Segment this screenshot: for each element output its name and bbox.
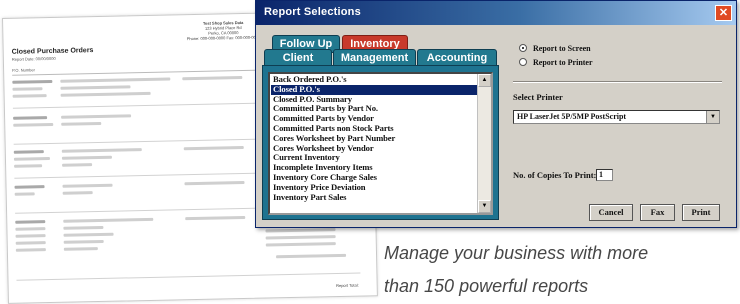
- list-scrollbar[interactable]: ▲ ▼: [477, 74, 491, 213]
- report-title: Closed Purchase Orders: [11, 47, 94, 56]
- report-listbox[interactable]: Back Ordered P.O.'s Closed P.O.'s Closed…: [268, 72, 493, 215]
- scroll-down-icon[interactable]: ▼: [478, 200, 491, 213]
- list-item[interactable]: Committed Parts by Vendor: [271, 114, 477, 124]
- report-to-screen-label: Report to Screen: [533, 44, 591, 53]
- copies-input[interactable]: 1: [596, 169, 613, 181]
- report-to-screen-option[interactable]: Report to Screen: [519, 44, 591, 56]
- list-item[interactable]: Inventory Part Sales: [271, 193, 477, 203]
- report-to-printer-option[interactable]: Report to Printer: [519, 58, 593, 70]
- close-icon[interactable]: ✕: [715, 5, 732, 21]
- divider: [513, 81, 722, 83]
- list-item[interactable]: Closed P.O. Summary: [271, 95, 477, 105]
- cancel-button[interactable]: Cancel: [589, 204, 633, 221]
- dialog-title: Report Selections: [264, 6, 361, 18]
- caption-line: Manage your business with more: [384, 243, 649, 263]
- list-item[interactable]: Committed Parts non Stock Parts: [271, 124, 477, 134]
- copies-label: No. of Copies To Print:: [513, 170, 597, 180]
- list-item[interactable]: Closed P.O.'s: [271, 84, 477, 95]
- list-item[interactable]: Inventory Core Charge Sales: [271, 173, 477, 183]
- report-column-header: P.O. Number: [12, 67, 35, 73]
- marketing-caption: Manage your business with more than 150 …: [384, 237, 648, 303]
- scroll-up-icon[interactable]: ▲: [478, 74, 491, 87]
- list-item[interactable]: Cores Worksheet by Part Number: [271, 134, 477, 144]
- radio-button-icon[interactable]: [519, 58, 527, 66]
- printer-select-value: HP LaserJet 5P/5MP PostScript: [517, 112, 627, 121]
- list-item[interactable]: Inventory Price Deviation: [271, 183, 477, 193]
- report-list: Back Ordered P.O.'s Closed P.O.'s Closed…: [271, 75, 477, 202]
- caption-line: than 150 powerful reports: [384, 276, 589, 296]
- report-to-printer-label: Report to Printer: [533, 58, 593, 67]
- list-item[interactable]: Incomplete Inventory Items: [271, 163, 477, 173]
- radio-button-icon[interactable]: [519, 44, 527, 52]
- report-selections-dialog: Report Selections ✕ Follow Up Inventory …: [255, 0, 737, 228]
- select-printer-label: Select Printer: [513, 92, 563, 102]
- printer-select[interactable]: HP LaserJet 5P/5MP PostScript ▼: [513, 110, 720, 124]
- list-item[interactable]: Back Ordered P.O.'s: [271, 75, 477, 85]
- report-total: Report Total:: [336, 282, 359, 289]
- print-button[interactable]: Print: [682, 204, 720, 221]
- fax-button[interactable]: Fax: [640, 204, 675, 221]
- list-item[interactable]: Committed Parts by Part No.: [271, 104, 477, 114]
- list-item[interactable]: Current Inventory: [271, 153, 477, 163]
- output-options-panel: Report to Screen Report to Printer Selec…: [505, 31, 730, 221]
- report-date: Report Date: 00/00/0000: [11, 55, 56, 62]
- chevron-down-icon[interactable]: ▼: [706, 111, 719, 123]
- list-item[interactable]: Cores Worksheet by Vendor: [271, 144, 477, 154]
- dialog-titlebar[interactable]: Report Selections ✕: [256, 1, 736, 25]
